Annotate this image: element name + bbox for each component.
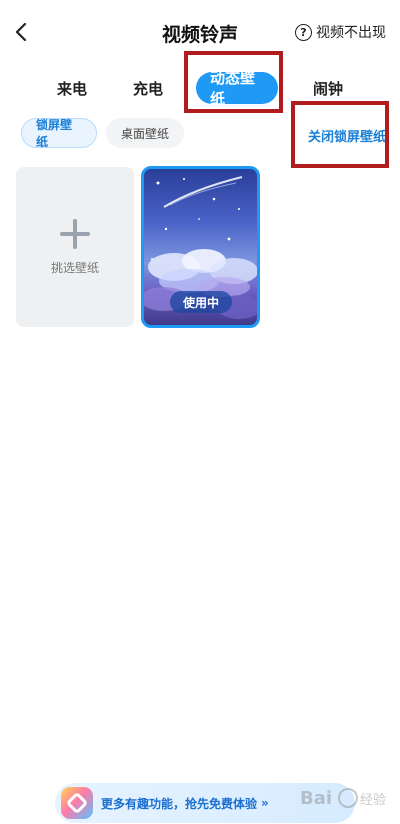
tab-incoming-call[interactable]: 来电 (50, 72, 94, 104)
annotation-box-close-lock (291, 101, 389, 168)
svg-text:Bai: Bai (300, 788, 332, 809)
double-chevron-right-icon: » (261, 796, 269, 810)
pick-wallpaper-card[interactable]: 挑选壁纸 (16, 167, 134, 327)
app-logo-icon (61, 787, 93, 819)
help-label: 视频不出现 (316, 25, 386, 41)
in-use-badge[interactable]: 使用中 (170, 291, 232, 313)
current-wallpaper-card[interactable]: 使用中 (141, 166, 260, 328)
plus-icon (60, 218, 90, 249)
chip-lock-screen-wallpaper[interactable]: 锁屏壁纸 (21, 118, 97, 149)
pick-wallpaper-label: 挑选壁纸 (50, 260, 99, 275)
svg-text:经验: 经验 (360, 792, 386, 808)
video-not-showing-link[interactable]: ? 视频不出现 (295, 22, 386, 42)
promo-text: 更多有趣功能，抢先免费体验 (101, 796, 258, 811)
tab-alarm[interactable]: 闹钟 (306, 72, 350, 104)
tab-charging[interactable]: 充电 (126, 72, 170, 104)
annotation-box-live-wallpaper (184, 51, 283, 113)
chip-desktop-wallpaper[interactable]: 桌面壁纸 (106, 118, 184, 148)
baidu-jingyan-watermark-logo: Bai 经验 (300, 788, 386, 809)
question-circle-icon: ? (295, 23, 312, 41)
